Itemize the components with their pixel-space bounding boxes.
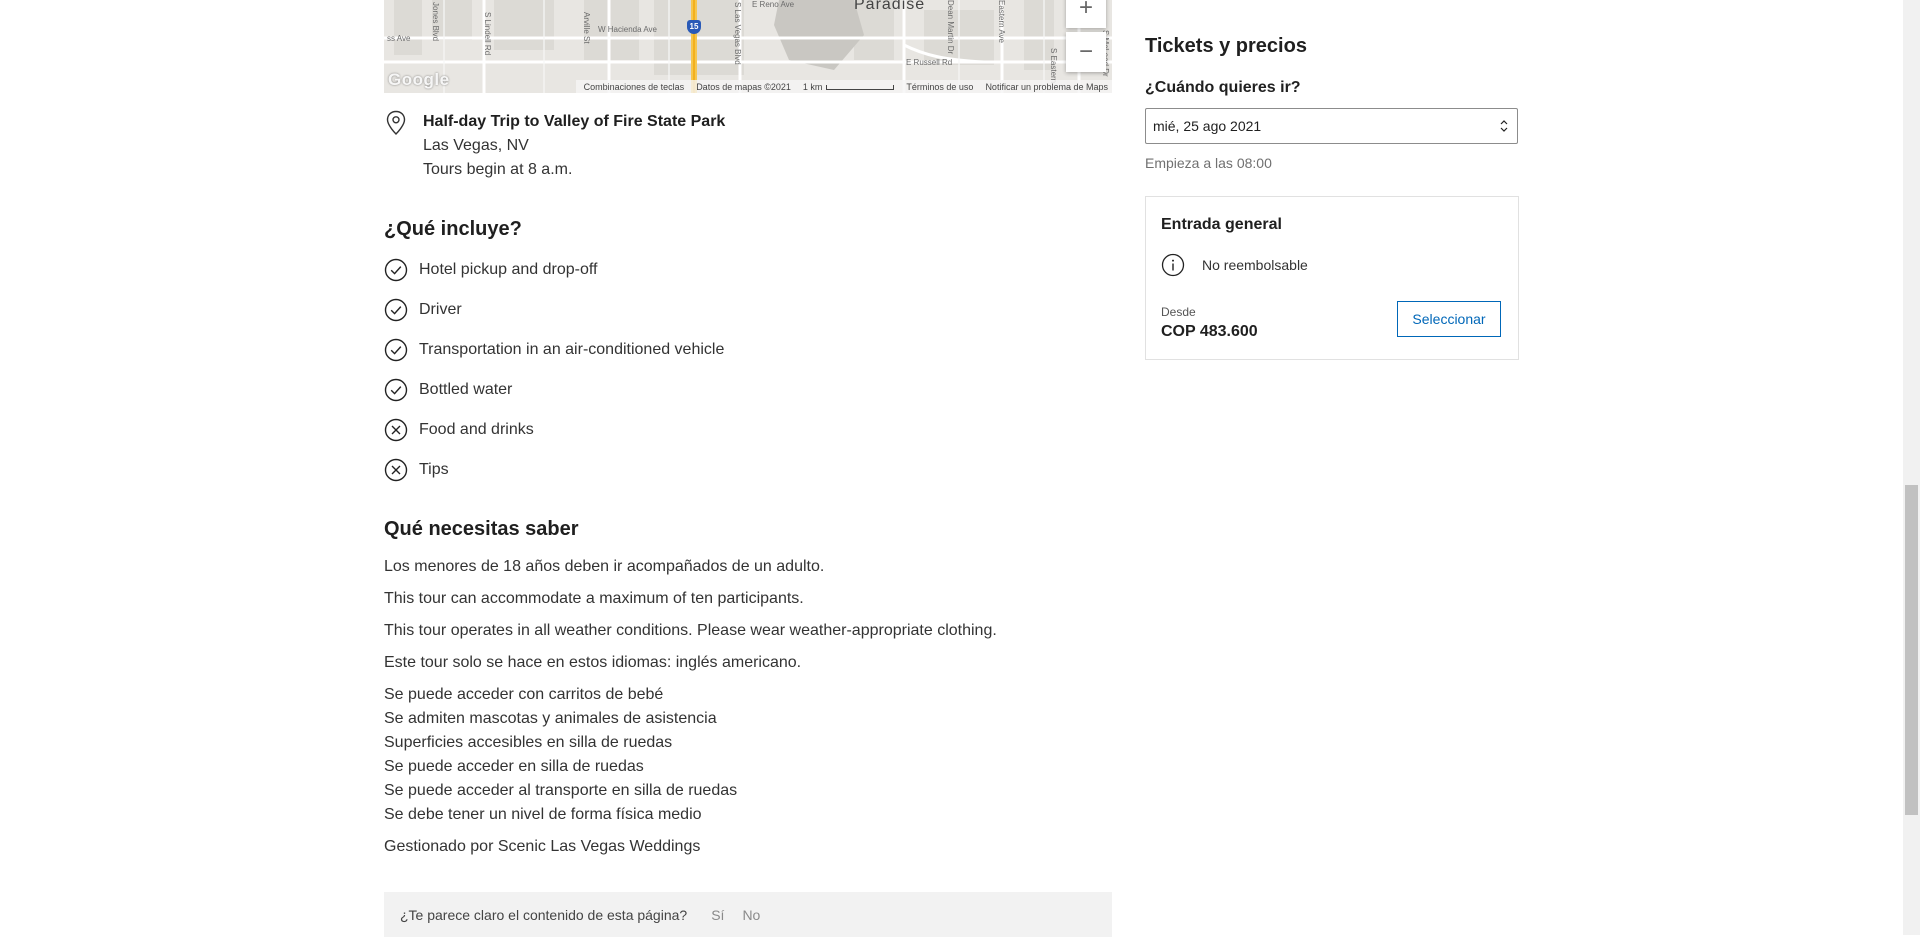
feedback-no-button[interactable]: No (742, 907, 760, 923)
excluded-item: Food and drinks (384, 418, 534, 442)
chevron-up-down-icon (1500, 120, 1508, 132)
scrollbar-thumb[interactable] (1905, 485, 1918, 815)
zoom-in-button[interactable]: + (1066, 0, 1106, 28)
location-note: Tours begin at 8 a.m. (423, 161, 573, 178)
accessibility-line: Se debe tener un nivel de forma física m… (384, 806, 702, 823)
street-label: W Hacienda Ave (598, 25, 657, 34)
check-circle-icon (384, 258, 408, 282)
need-to-know-heading: Qué necesitas saber (384, 518, 579, 540)
map[interactable]: ss Ave Jones Blvd S Lindell Rd Arville S… (384, 0, 1112, 93)
feedback-yes-button[interactable]: Sí (711, 907, 724, 923)
x-circle-icon (384, 418, 408, 442)
date-value: mié, 25 ago 2021 (1153, 118, 1262, 134)
included-item: Driver (384, 298, 462, 322)
google-logo: Google (388, 70, 450, 89)
street-label: ss Ave (387, 34, 411, 43)
street-label: E Russell Rd (906, 58, 953, 67)
street-label: Eastern Ave (997, 0, 1006, 43)
city-label: Paradise (854, 0, 926, 13)
ticket-name: Entrada general (1161, 216, 1282, 233)
operator-line: Gestionado por Scenic Las Vegas Weddings (384, 838, 701, 855)
included-item: Hotel pickup and drop-off (384, 258, 597, 282)
start-time: Empieza a las 08:00 (1145, 155, 1272, 171)
excluded-item-label: Tips (419, 461, 449, 478)
included-heading: ¿Qué incluye? (384, 218, 522, 240)
check-circle-icon (384, 298, 408, 322)
included-item: Bottled water (384, 378, 512, 402)
tickets-heading: Tickets y precios (1145, 35, 1307, 57)
excluded-item: Tips (384, 458, 449, 482)
included-item-label: Driver (419, 301, 462, 318)
info-line: Los menores de 18 años deben ir acompaña… (384, 558, 825, 575)
street-label: S Eastern (1049, 48, 1058, 84)
included-item-label: Bottled water (419, 381, 513, 398)
x-circle-icon (384, 458, 408, 482)
info-line: This tour can accommodate a maximum of t… (384, 590, 804, 607)
accessibility-line: Superficies accesibles en silla de rueda… (384, 734, 673, 751)
location-title: Half-day Trip to Valley of Fire State Pa… (423, 113, 726, 130)
feedback-bar: ¿Te parece claro el contenido de esta pá… (384, 892, 1112, 937)
info-icon (1161, 253, 1185, 277)
feedback-question: ¿Te parece claro el contenido de esta pá… (400, 906, 688, 923)
terms-link[interactable]: Términos de uso (906, 82, 973, 92)
accessibility-line: Se puede acceder con carritos de bebé (384, 686, 664, 703)
check-circle-icon (384, 338, 408, 362)
date-label: ¿Cuándo quieres ir? (1145, 79, 1301, 96)
map-pin-icon (386, 110, 406, 135)
report-problem-link[interactable]: Notificar un problema de Maps (985, 82, 1108, 92)
street-label: Dean Martin Dr (946, 0, 955, 55)
accessibility-line: Se puede acceder en silla de ruedas (384, 758, 644, 775)
keyboard-shortcuts-link[interactable]: Combinaciones de teclas (584, 82, 685, 92)
location-city: Las Vegas, NV (423, 137, 529, 154)
excluded-item-label: Food and drinks (419, 421, 534, 438)
info-line: This tour operates in all weather condit… (384, 622, 997, 639)
date-select[interactable]: mié, 25 ago 2021 (1145, 108, 1518, 144)
map-scale[interactable]: 1 km (803, 82, 895, 92)
info-line: Este tour solo se hace en estos idiomas:… (384, 654, 802, 671)
street-label: Arville St (582, 12, 591, 44)
street-label: Jones Blvd (431, 2, 440, 42)
select-ticket-button[interactable]: Seleccionar (1397, 301, 1501, 337)
accessibility-line: Se admiten mascotas y animales de asiste… (384, 710, 717, 727)
street-label: E Reno Ave (752, 0, 795, 9)
map-footer: Combinaciones de teclas Datos de mapas ©… (575, 80, 1112, 93)
map-data-attribution: Datos de mapas ©2021 (696, 81, 791, 92)
included-item-label: Transportation in an air-conditioned veh… (419, 341, 725, 358)
check-circle-icon (384, 378, 408, 402)
map-scale-label: 1 km (802, 81, 823, 92)
street-label: S Lindell Rd (483, 12, 492, 56)
refund-policy: No reembolsable (1202, 257, 1308, 273)
zoom-out-button[interactable]: − (1066, 32, 1106, 72)
included-item: Transportation in an air-conditioned veh… (384, 338, 724, 362)
street-label: S Las Vegas Blvd (733, 2, 742, 65)
included-item-label: Hotel pickup and drop-off (419, 261, 598, 278)
scale-bar (826, 84, 895, 90)
accessibility-line: Se puede acceder al transporte en silla … (384, 782, 738, 799)
ticket-price: COP 483.600 (1161, 323, 1258, 340)
price-from-label: Desde (1161, 305, 1196, 319)
interstate-shield-icon: 15 (687, 20, 701, 34)
